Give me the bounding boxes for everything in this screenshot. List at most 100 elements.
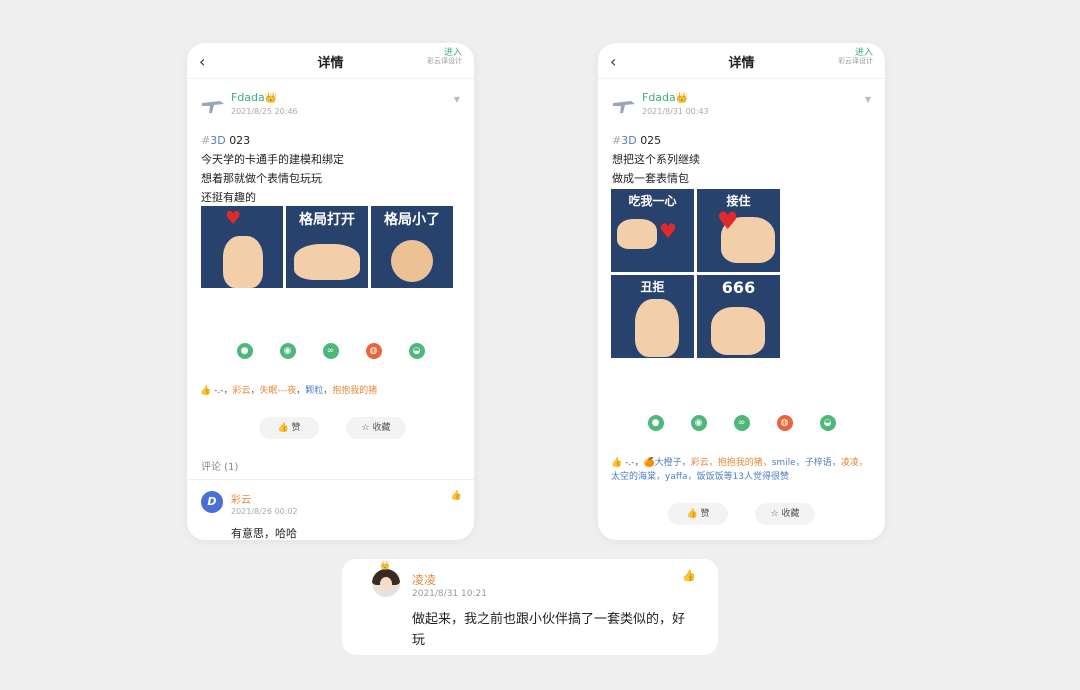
post-time: 2021/8/31 00:43 <box>642 107 709 116</box>
share-bar: ● ◉ ∞ ◍ ◒ <box>598 415 885 431</box>
author-name-text: Fdada <box>642 91 676 104</box>
commenter-name[interactable]: 凌凌 <box>412 571 436 588</box>
author-avatar-icon[interactable] <box>611 97 637 117</box>
commenter-name[interactable]: 彩云 <box>231 491 251 506</box>
favorite-label: 收藏 <box>781 509 800 519</box>
favorite-button[interactable]: ☆ 收藏 <box>346 417 406 439</box>
post-detail-screen-2: ‹ 详情 进入 彩云译设计 Fdada👑 2021/8/31 00:43 ▼ #… <box>598 43 885 540</box>
comment-like-icon[interactable]: 👍 <box>451 491 462 501</box>
post-detail-screen-1: ‹ 详情 进入 彩云译设计 Fdada👑 2021/8/25 20:46 ▼ #… <box>187 43 474 540</box>
qq-icon[interactable]: ◒ <box>819 415 836 431</box>
comments-header: 评论 (1) <box>201 462 239 473</box>
post-line: 还挺有趣的 <box>201 191 256 204</box>
sticker-caption: 格局打开 <box>299 212 355 228</box>
sticker-image[interactable]: 吃我一心 ♥ <box>611 189 694 272</box>
liker[interactable]: yaffa， <box>665 472 697 482</box>
comment-time: 2021/8/31 10:21 <box>412 589 487 599</box>
wechat-icon[interactable]: ● <box>647 415 664 431</box>
tag-label: 3D <box>210 134 226 147</box>
weibo-icon[interactable]: ◍ <box>776 415 793 431</box>
wechat-icon[interactable]: ● <box>236 343 253 359</box>
sticker-image[interactable]: ♥ <box>201 206 283 288</box>
qq-icon[interactable]: ◒ <box>408 343 425 359</box>
link-icon[interactable]: ∞ <box>733 415 750 431</box>
topic-tag[interactable]: #3D <box>201 134 226 147</box>
moments-icon[interactable]: ◉ <box>690 415 707 431</box>
favorite-button[interactable]: ☆ 收藏 <box>755 503 815 525</box>
sticker-caption: 吃我一心 <box>628 194 677 208</box>
sticker-image[interactable]: 格局打开 <box>286 206 368 288</box>
hand-image <box>391 240 433 282</box>
liker[interactable]: 太空的海棠， <box>611 472 665 482</box>
post-number: 025 <box>640 134 662 147</box>
like-button[interactable]: 👍 赞 <box>259 417 319 439</box>
author-name[interactable]: Fdada👑 <box>231 91 277 104</box>
moments-icon[interactable]: ◉ <box>279 343 296 359</box>
post-body: #3D 025 想把这个系列继续 做成一套表情包 <box>598 131 885 188</box>
share-bar: ● ◉ ∞ ◍ ◒ <box>187 343 474 359</box>
liker[interactable]: 失眠---夜 <box>259 386 296 396</box>
favorite-label: 收藏 <box>372 423 391 433</box>
thumb-up-icon: 👍 <box>611 458 623 468</box>
image-grid: ♥ 格局打开 格局小了 <box>201 206 453 288</box>
author-name[interactable]: Fdada👑 <box>642 91 688 104</box>
liker[interactable]: 子梓语， <box>805 458 841 468</box>
like-label: 赞 <box>700 509 710 519</box>
liker[interactable]: 颗粒 <box>305 386 323 396</box>
liker[interactable]: 彩云 <box>232 386 250 396</box>
orange-fruit-icon: 🍊 <box>643 458 655 468</box>
post-line: 想着那就做个表情包玩玩 <box>201 172 322 185</box>
crown-icon: 👑 <box>675 93 689 104</box>
liker[interactable]: 大橙子， <box>655 458 691 468</box>
liker[interactable]: 彩云， <box>691 458 718 468</box>
crown-icon: 👑 <box>264 93 278 104</box>
like-button[interactable]: 👍 赞 <box>668 503 728 525</box>
commenter-avatar[interactable] <box>372 569 400 597</box>
star-icon: ☆ <box>770 509 779 519</box>
action-buttons: 👍 赞 ☆ 收藏 <box>259 417 406 439</box>
liker[interactable]: -.-， <box>214 386 232 396</box>
liker[interactable]: 抱抱我的猪， <box>718 458 772 468</box>
like-label: 赞 <box>291 423 301 433</box>
post-number: 023 <box>229 134 251 147</box>
sticker-image[interactable]: 丑拒 <box>611 275 694 358</box>
chevron-down-icon[interactable]: ▼ <box>865 95 871 104</box>
comment-like-icon[interactable]: 👍 <box>682 569 696 582</box>
author-row: Fdada👑 2021/8/25 20:46 ▼ <box>187 87 474 131</box>
sticker-image[interactable]: 格局小了 <box>371 206 453 288</box>
enter-link[interactable]: 进入 彩云译设计 <box>427 48 462 66</box>
comment-text: 有意思，哈哈 <box>231 527 297 540</box>
post-body: #3D 023 今天学的卡通手的建模和绑定 想着那就做个表情包玩玩 还挺有趣的 <box>187 131 474 207</box>
tag-hash: # <box>201 134 211 147</box>
sticker-image[interactable]: 666 <box>697 275 780 358</box>
post-line: 做成一套表情包 <box>612 172 689 185</box>
hand-image <box>617 219 657 249</box>
featured-comment-card: 👑 凌凌 2021/8/31 10:21 👍 做起来，我之前也跟小伙伴搞了一套类… <box>342 559 718 655</box>
author-avatar-icon[interactable] <box>200 97 226 117</box>
divider <box>187 479 474 480</box>
post-tag-line: #3D 025 <box>612 131 871 150</box>
topic-tag[interactable]: #3D <box>612 134 637 147</box>
commenter-avatar[interactable]: D <box>201 491 223 513</box>
avatar-face <box>380 577 392 591</box>
enter-sublabel: 彩云译设计 <box>427 57 462 66</box>
likes-summary[interactable]: 饭饭饭等13人觉得很赞 <box>697 472 789 482</box>
crown-icon: 👑 <box>380 561 390 570</box>
chevron-down-icon[interactable]: ▼ <box>454 95 460 104</box>
like-icon: 👍 <box>277 423 289 433</box>
enter-link[interactable]: 进入 彩云译设计 <box>838 48 873 66</box>
top-bar: ‹ 详情 进入 彩云译设计 <box>187 43 474 79</box>
comment-time: 2021/8/26 00:02 <box>231 507 298 516</box>
liker[interactable]: 凌凌， <box>841 458 868 468</box>
weibo-icon[interactable]: ◍ <box>365 343 382 359</box>
liker[interactable]: -.-， <box>625 458 643 468</box>
liker[interactable]: smile， <box>772 458 805 468</box>
sticker-caption: 格局小了 <box>384 212 440 228</box>
link-icon[interactable]: ∞ <box>322 343 339 359</box>
sticker-caption: 666 <box>721 278 756 297</box>
hand-image <box>223 236 263 288</box>
liker[interactable]: 抱抱我的猪 <box>332 386 377 396</box>
sticker-image[interactable]: 接住 ♥ <box>697 189 780 272</box>
post-tag-line: #3D 023 <box>201 131 460 150</box>
tag-label: 3D <box>621 134 637 147</box>
